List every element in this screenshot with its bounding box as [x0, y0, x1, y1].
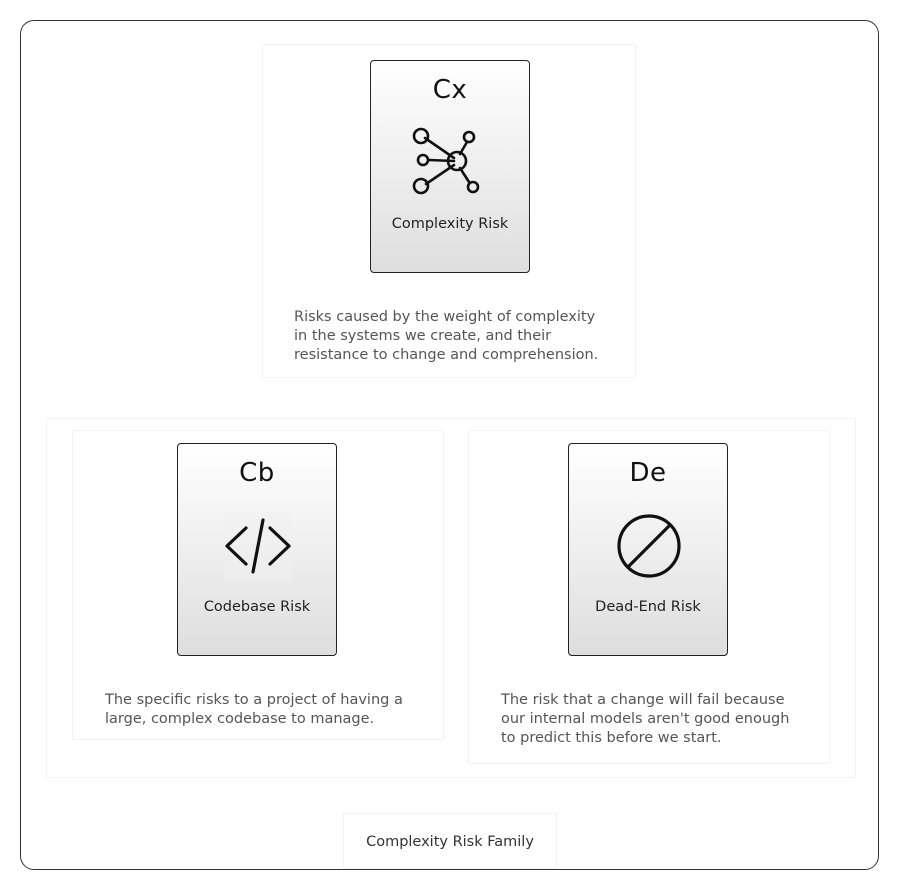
- risk-abbreviation: Cx: [432, 75, 468, 105]
- prohibited-icon: [617, 514, 681, 578]
- description-line: resistance to change and comprehension.: [294, 347, 599, 363]
- description-line: The risk that a change will fail because: [501, 692, 785, 708]
- diagram-caption: Complexity Risk Family: [343, 813, 557, 869]
- description-line: The specific risks to a project of havin…: [105, 692, 403, 708]
- description-line: our internal models aren't good enough: [501, 711, 790, 727]
- risk-abbreviation: De: [629, 458, 667, 488]
- description-line: Risks caused by the weight of complexity: [294, 309, 596, 325]
- dead-end-risk-card[interactable]: De Dead-End Risk: [568, 443, 728, 656]
- risk-abbreviation: Cb: [239, 458, 275, 488]
- description-line: large, complex codebase to manage.: [105, 711, 375, 727]
- risk-name: Complexity Risk: [391, 216, 509, 232]
- risk-name: Dead-End Risk: [595, 599, 701, 615]
- description-line: in the systems we create, and their: [294, 328, 552, 344]
- codebase-risk-card[interactable]: Cb Codebase Risk: [177, 443, 337, 656]
- complexity-risk-card[interactable]: Cx Complexity Risk: [370, 60, 530, 273]
- description-line: to predict this before we start.: [501, 730, 722, 746]
- codebase-risk-description: The specific risks to a project of havin…: [105, 691, 435, 729]
- risk-name: Codebase Risk: [203, 599, 311, 615]
- complexity-risk-description: Risks caused by the weight of complexity…: [294, 308, 624, 365]
- dead-end-risk-description: The risk that a change will fail because…: [501, 691, 831, 748]
- network-graph-icon: [412, 127, 480, 195]
- code-brackets-icon: [224, 512, 292, 580]
